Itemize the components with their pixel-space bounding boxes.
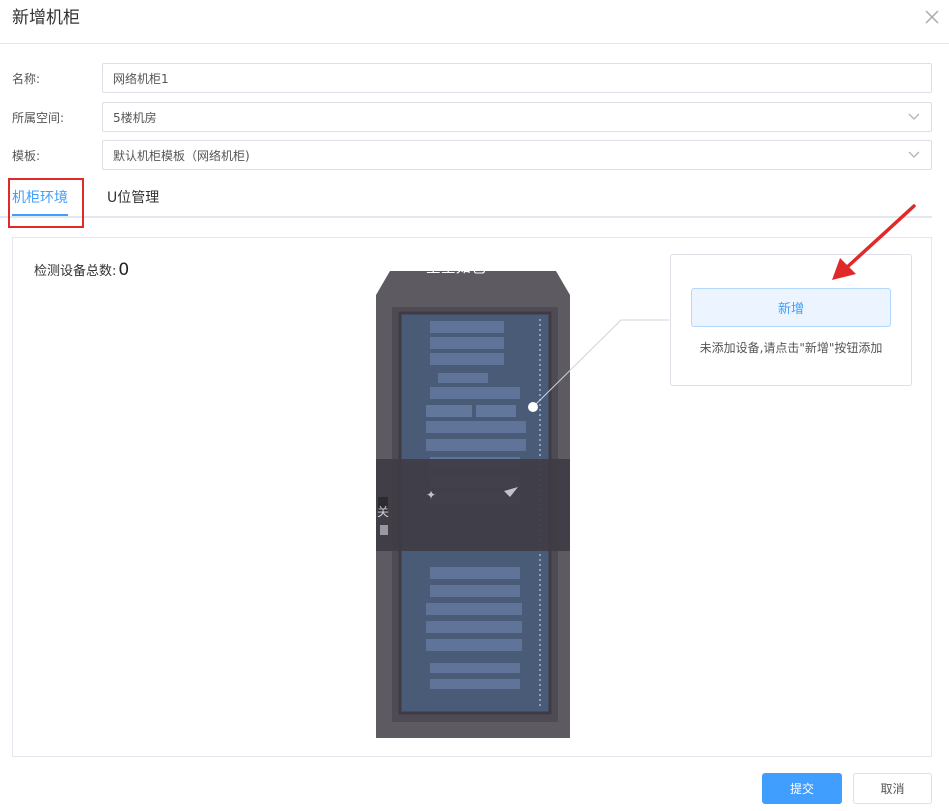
chevron-down-icon: [908, 151, 920, 158]
space-select[interactable]: 5楼机房: [102, 102, 932, 132]
template-select-value: 默认机柜模板（网络机柜): [113, 149, 250, 163]
empty-state-text: 空空如也~: [425, 258, 499, 276]
cabinet-environment-panel: 检测设备总数: 0 关 ✦ 新增 未添加设备,请点击"新增"按钮添加: [12, 237, 932, 757]
name-row: 名称:: [0, 63, 949, 95]
chevron-down-icon: [908, 113, 920, 120]
svg-text:✦: ✦: [426, 488, 436, 502]
tab-bar: 机柜环境 U位管理: [0, 180, 932, 218]
template-select[interactable]: 默认机柜模板（网络机柜): [102, 140, 932, 170]
space-select-value: 5楼机房: [113, 111, 157, 125]
close-icon[interactable]: [921, 6, 943, 28]
template-label: 模板:: [12, 149, 41, 163]
space-label: 所属空间:: [12, 111, 65, 125]
template-row: 模板: 默认机柜模板（网络机柜): [0, 140, 949, 172]
annotation-highlight-box: [8, 178, 84, 228]
leader-line: [528, 319, 669, 412]
device-count-label: 检测设备总数:: [34, 264, 117, 279]
submit-button[interactable]: 提交: [762, 773, 842, 804]
no-device-hint: 未添加设备,请点击"新增"按钮添加: [699, 341, 883, 355]
dialog-title: 新增机柜: [12, 8, 80, 28]
device-count: 检测设备总数: 0: [34, 260, 129, 282]
space-row: 所属空间: 5楼机房: [0, 102, 949, 134]
device-count-value: 0: [118, 260, 130, 280]
name-input[interactable]: [102, 63, 932, 93]
dialog-header: 新增机柜: [0, 0, 949, 44]
add-device-button[interactable]: 新增: [691, 288, 891, 327]
cancel-button[interactable]: 取消: [853, 773, 932, 804]
door-lock-label: 关: [377, 505, 389, 519]
tab-u-position-management[interactable]: U位管理: [107, 189, 159, 207]
name-label: 名称:: [12, 72, 41, 86]
add-device-card: 新增 未添加设备,请点击"新增"按钮添加: [670, 254, 912, 386]
